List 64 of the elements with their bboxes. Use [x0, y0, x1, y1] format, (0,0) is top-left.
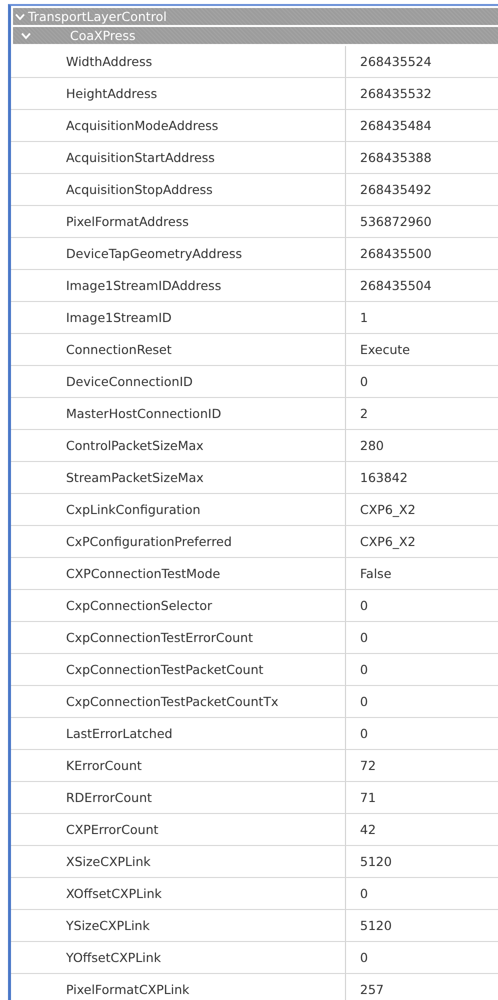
property-value[interactable]: 5120 [346, 846, 498, 877]
category-title: TransportLayerControl [28, 9, 167, 24]
expanded-chevron-icon[interactable] [21, 32, 31, 40]
property-value[interactable]: 0 [346, 622, 498, 653]
property-value[interactable]: 0 [346, 686, 498, 717]
property-name: XOffsetCXPLink [11, 878, 346, 909]
expanded-chevron-icon[interactable] [15, 12, 25, 20]
property-value[interactable]: 268435532 [346, 78, 498, 109]
property-name: ConnectionReset [11, 334, 346, 365]
property-value[interactable]: CXP6_X2 [346, 494, 498, 525]
property-value[interactable]: 0 [346, 590, 498, 621]
property-value[interactable]: 257 [346, 974, 498, 1000]
property-value[interactable]: 2 [346, 398, 498, 429]
property-value[interactable]: 42 [346, 814, 498, 845]
property-name: Image1StreamIDAddress [11, 270, 346, 301]
property-name: CxpConnectionTestErrorCount [11, 622, 346, 653]
property-name: CXPErrorCount [11, 814, 346, 845]
property-name: PixelFormatAddress [11, 206, 346, 237]
property-value[interactable]: 1 [346, 302, 498, 333]
property-value[interactable]: 268435524 [346, 46, 498, 77]
property-name: AcquisitionModeAddress [11, 110, 346, 141]
property-value[interactable]: CXP6_X2 [346, 526, 498, 557]
property-value[interactable]: 280 [346, 430, 498, 461]
property-name: DeviceTapGeometryAddress [11, 238, 346, 269]
property-value[interactable]: 0 [346, 878, 498, 909]
property-value[interactable]: 0 [346, 366, 498, 397]
property-value[interactable]: 0 [346, 942, 498, 973]
property-name: KErrorCount [11, 750, 346, 781]
property-name: StreamPacketSizeMax [11, 462, 346, 493]
property-name: AcquisitionStartAddress [11, 142, 346, 173]
property-name: HeightAddress [11, 78, 346, 109]
category-title: CoaXPress [70, 28, 136, 43]
property-value[interactable]: 268435388 [346, 142, 498, 173]
property-name: CxpConnectionSelector [11, 590, 346, 621]
property-name: Image1StreamID [11, 302, 346, 333]
property-value[interactable]: 268435504 [346, 270, 498, 301]
property-value[interactable]: 268435484 [346, 110, 498, 141]
property-name: WidthAddress [11, 46, 346, 77]
property-name: CXPConnectionTestMode [11, 558, 346, 589]
property-value[interactable]: 163842 [346, 462, 498, 493]
property-name: CxpConnectionTestPacketCountTx [11, 686, 346, 717]
property-name: YSizeCXPLink [11, 910, 346, 941]
property-value[interactable]: 72 [346, 750, 498, 781]
property-name: CxPConfigurationPreferred [11, 526, 346, 557]
property-value[interactable]: 268435492 [346, 174, 498, 205]
property-value[interactable]: Execute [346, 334, 498, 365]
property-value[interactable]: 0 [346, 654, 498, 685]
property-value[interactable]: False [346, 558, 498, 589]
property-name: CxpConnectionTestPacketCount [11, 654, 346, 685]
property-value[interactable]: 536872960 [346, 206, 498, 237]
property-value[interactable]: 71 [346, 782, 498, 813]
property-value[interactable]: 268435500 [346, 238, 498, 269]
property-name: RDErrorCount [11, 782, 346, 813]
property-name: YOffsetCXPLink [11, 942, 346, 973]
property-name: XSizeCXPLink [11, 846, 346, 877]
property-name: MasterHostConnectionID [11, 398, 346, 429]
property-name: LastErrorLatched [11, 718, 346, 749]
property-name: DeviceConnectionID [11, 366, 346, 397]
property-name: AcquisitionStopAddress [11, 174, 346, 205]
property-name: ControlPacketSizeMax [11, 430, 346, 461]
property-value[interactable]: 5120 [346, 910, 498, 941]
property-value[interactable]: 0 [346, 718, 498, 749]
property-name: CxpLinkConfiguration [11, 494, 346, 525]
property-name: PixelFormatCXPLink [11, 974, 346, 1000]
